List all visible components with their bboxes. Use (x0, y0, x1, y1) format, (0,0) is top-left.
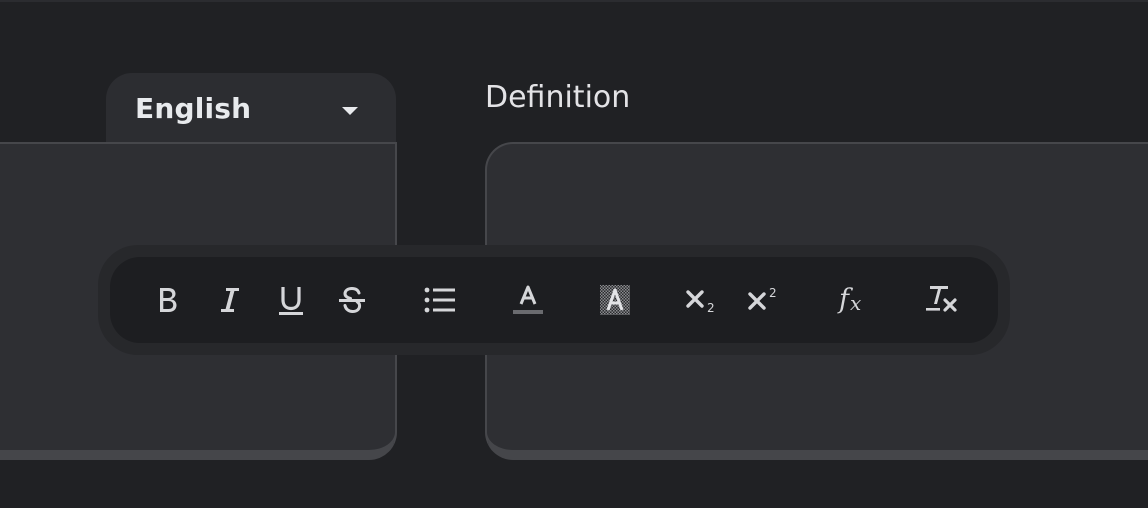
bold-button[interactable] (148, 257, 186, 343)
svg-text:x: x (850, 291, 861, 315)
highlight-button[interactable] (594, 257, 636, 343)
text-color-icon (513, 285, 543, 314)
formula-button[interactable]: f x (832, 257, 874, 343)
caret-down-icon (342, 107, 358, 115)
language-dropdown-label: English (135, 92, 252, 125)
svg-text:2: 2 (707, 301, 715, 315)
definition-label: Definition (485, 80, 631, 115)
list-icon (424, 287, 455, 313)
superscript-button[interactable]: 2 (744, 257, 784, 343)
highlight-icon (600, 285, 630, 315)
superscript-icon: 2 (748, 286, 777, 310)
formula-icon: f x (837, 284, 861, 315)
svg-text:2: 2 (769, 286, 777, 300)
italic-icon (221, 288, 239, 312)
text-color-button[interactable] (508, 257, 548, 343)
strikethrough-button[interactable] (332, 257, 372, 343)
language-dropdown[interactable]: English (106, 73, 396, 145)
subscript-icon: 2 (686, 290, 715, 315)
bulleted-list-button[interactable] (418, 257, 462, 343)
italic-button[interactable] (210, 257, 248, 343)
underline-button[interactable] (272, 257, 310, 343)
strikethrough-icon (339, 286, 365, 314)
clear-formatting-button[interactable] (920, 257, 964, 343)
subscript-button[interactable]: 2 (682, 257, 722, 343)
bold-icon (160, 288, 177, 312)
top-divider (0, 0, 1148, 2)
underline-icon (279, 287, 303, 315)
clear-format-icon (926, 286, 957, 312)
formatting-toolbar: 2 2 f x (110, 257, 998, 343)
